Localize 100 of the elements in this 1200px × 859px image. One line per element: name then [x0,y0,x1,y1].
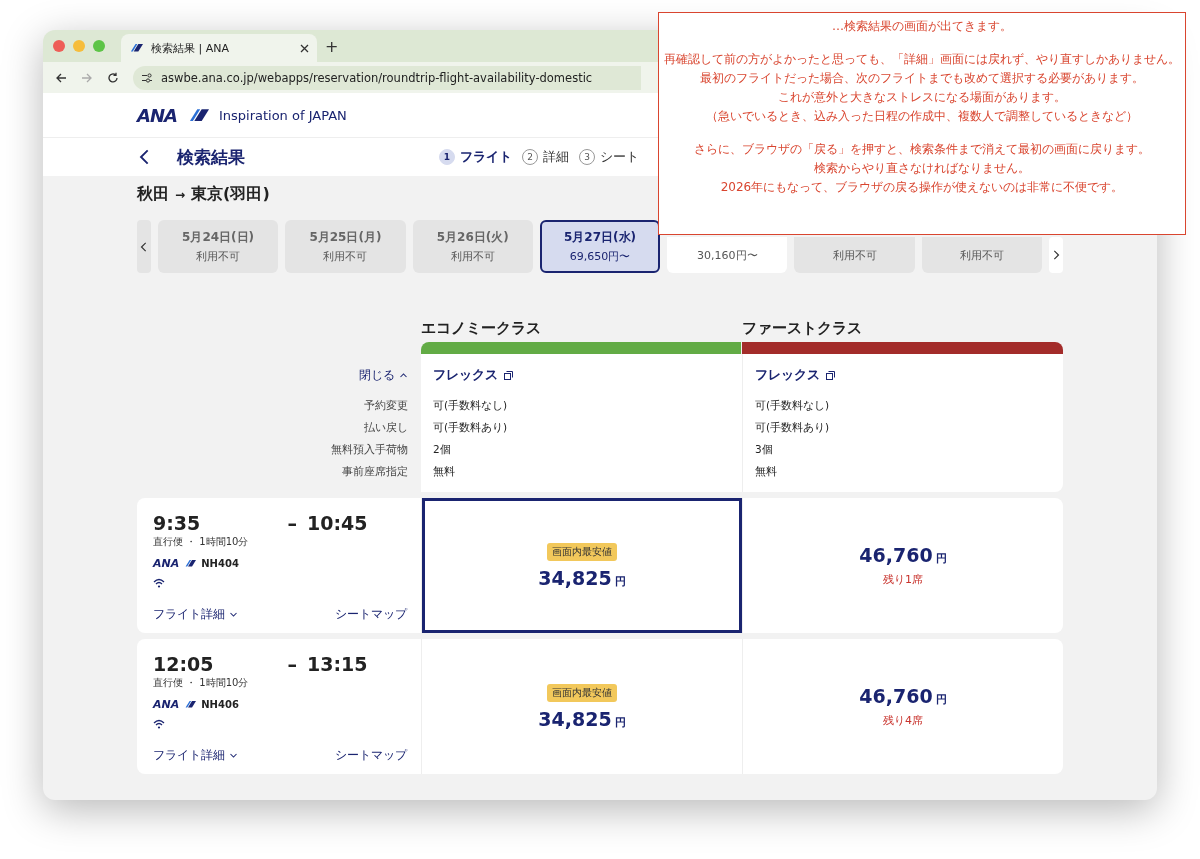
close-icon[interactable] [300,43,309,53]
date-label: 5月24日(日) [182,229,255,246]
annotation-text: さらに、ブラウザの「戻る」を押すと、検索条件まで消えて最初の画面に戻ります。 [694,141,1150,158]
fare-cell[interactable]: 46,760 円 残り4席 [742,639,1063,774]
route-origin: 秋田 [137,184,169,205]
chevron-right-icon [1051,250,1062,260]
date-fare: 利用不可 [959,247,1004,263]
fare-condition-value: 無料 [433,464,456,479]
airline-logo: ANA [153,557,180,570]
logo-stripes-icon [129,44,143,52]
fare-condition-value: 可(手数料なし) [433,398,509,413]
date-tab[interactable]: 5月25日(月) 利用不可 [285,220,406,273]
step-number: 1 [439,149,455,165]
date-tab[interactable]: 5月24日(日) 利用不可 [157,220,279,273]
logo-stripes-icon [184,560,197,567]
fare-condition-value: 2個 [433,442,452,457]
route-destination: 東京(羽田) [191,184,270,205]
chevron-up-icon [399,370,408,380]
collapse-toggle[interactable]: 閉じる [359,366,408,384]
route-arrow: → [175,188,186,202]
new-tab-button[interactable]: + [325,36,339,56]
annotation-text: 最初のフライトだった場合、次のフライトまでも改めて選択する必要があります。 [700,70,1144,87]
settings-icon[interactable] [141,72,153,83]
departure-time: 9:35 [153,512,201,534]
date-label: 5月26日(火) [436,229,509,246]
fare-price: 34,825 円 [538,566,626,589]
fare-cell[interactable]: 画面内最安値 34,825 円 [421,498,742,633]
date-tab[interactable]: 5月27日(水) 69,650円〜 [539,220,661,273]
seat-map-link[interactable]: シートマップ [335,747,407,764]
date-tab[interactable]: 利用不可 [921,237,1043,273]
logo-stripes-icon [184,701,197,708]
close-window-button[interactable] [53,40,65,52]
date-label: 5月27日(水) [564,229,637,246]
annotation-text: 2026年にもなって、ブラウザの戻る操作が使えないのは非常に不便です。 [720,179,1124,196]
tagline: Inspiration of JAPAN [218,107,347,123]
date-tab[interactable]: 利用不可 [794,237,915,273]
window-icon [504,370,513,380]
arrival-time: 10:45 [307,512,369,534]
date-fare: 利用不可 [450,249,495,264]
annotation-text: 再確認して前の方がよかったと思っても、「詳細」画面には戻れず、やり直すしかありません。 [664,51,1180,68]
flight-number: NH406 [201,699,239,710]
class-heading: エコノミークラス [421,319,542,339]
lowest-price-badge: 画面内最安値 [547,683,617,702]
fare-name-link[interactable]: フレックス [433,366,513,384]
annotation-text: …検索結果の画面が出てきます。 [832,18,1012,35]
flight-details-link[interactable]: フライト詳細 [153,747,238,764]
fare-price: 46,760 円 [859,685,947,707]
departure-time: 12:05 [153,653,214,675]
seats-left: 残り4席 [883,713,923,728]
fare-condition-value: 可(手数料あり) [755,420,831,435]
date-tab[interactable]: 5月26日(火) 利用不可 [412,220,533,273]
ana-logo[interactable]: ANA [137,104,177,126]
date-fare: 利用不可 [832,247,877,263]
address-bar[interactable]: aswbe.ana.co.jp/webapps/reservation/roundtrip-flight-availability-domestic [133,65,641,90]
annotation-text: （急いでいるとき、込み入った日程の作成中、複数人で調整しているときなど） [706,108,1138,125]
step-indicator: 3 シート [579,148,639,166]
wifi-icon [153,578,165,588]
time-dash: – [287,512,297,534]
arrival-time: 13:15 [307,653,369,675]
browser-tab[interactable]: 検索結果 | ANA [121,34,317,62]
step-number: 2 [522,149,538,165]
wifi-icon [153,719,165,729]
next-dates-button[interactable] [1049,237,1064,273]
previous-dates-button[interactable] [137,220,151,273]
fare-name-link[interactable]: フレックス [755,366,835,384]
lowest-price-badge: 画面内最安値 [547,542,617,561]
chevron-left-icon [138,241,149,252]
annotation-text: 検索からやり直さなければなりません。 [814,160,1030,177]
annotation-text: これが意外と大きなストレスになる場面があります。 [778,89,1066,106]
tab-title: 検索結果 | ANA [151,40,229,56]
fare-condition-value: 無料 [755,464,778,479]
fare-condition-label: 払い戻し [364,420,408,435]
url-text: aswbe.ana.co.jp/webapps/reservation/roundtrip-flight-availability-domestic [161,70,593,85]
date-label: 5月25日(月) [309,229,382,246]
time-dash: – [287,653,297,675]
window-icon [826,370,835,380]
chevron-down-icon [229,610,238,619]
fare-condition-label: 予約変更 [364,398,408,413]
step-number: 3 [579,149,595,165]
airline-logo: ANA [153,698,180,711]
back-icon[interactable] [55,71,67,84]
date-tab[interactable]: 30,160円〜 [667,237,788,273]
chevron-down-icon [229,751,238,760]
flight-duration: 直行便 ・ 1時間10分 [153,676,250,690]
class-heading: ファーストクラス [742,319,863,339]
fare-condition-value: 3個 [755,442,774,457]
flight-duration: 直行便 ・ 1時間10分 [153,535,250,549]
date-fare: 利用不可 [323,249,368,264]
date-fare: 利用不可 [196,249,241,264]
fare-condition-label: 無料預入手荷物 [331,442,408,457]
fare-cell[interactable]: 画面内最安値 34,825 円 [421,639,742,774]
fare-condition-value: 可(手数料あり) [433,420,509,435]
step-indicator: 2 詳細 [522,148,569,166]
date-fare: 30,160円〜 [697,247,758,263]
seats-left: 残り1席 [883,572,923,587]
flight-details-link[interactable]: フライト詳細 [153,606,238,623]
reload-icon[interactable] [107,71,119,84]
fare-cell[interactable]: 46,760 円 残り1席 [742,498,1063,633]
fare-price: 34,825 円 [538,707,626,730]
seat-map-link[interactable]: シートマップ [335,606,407,623]
